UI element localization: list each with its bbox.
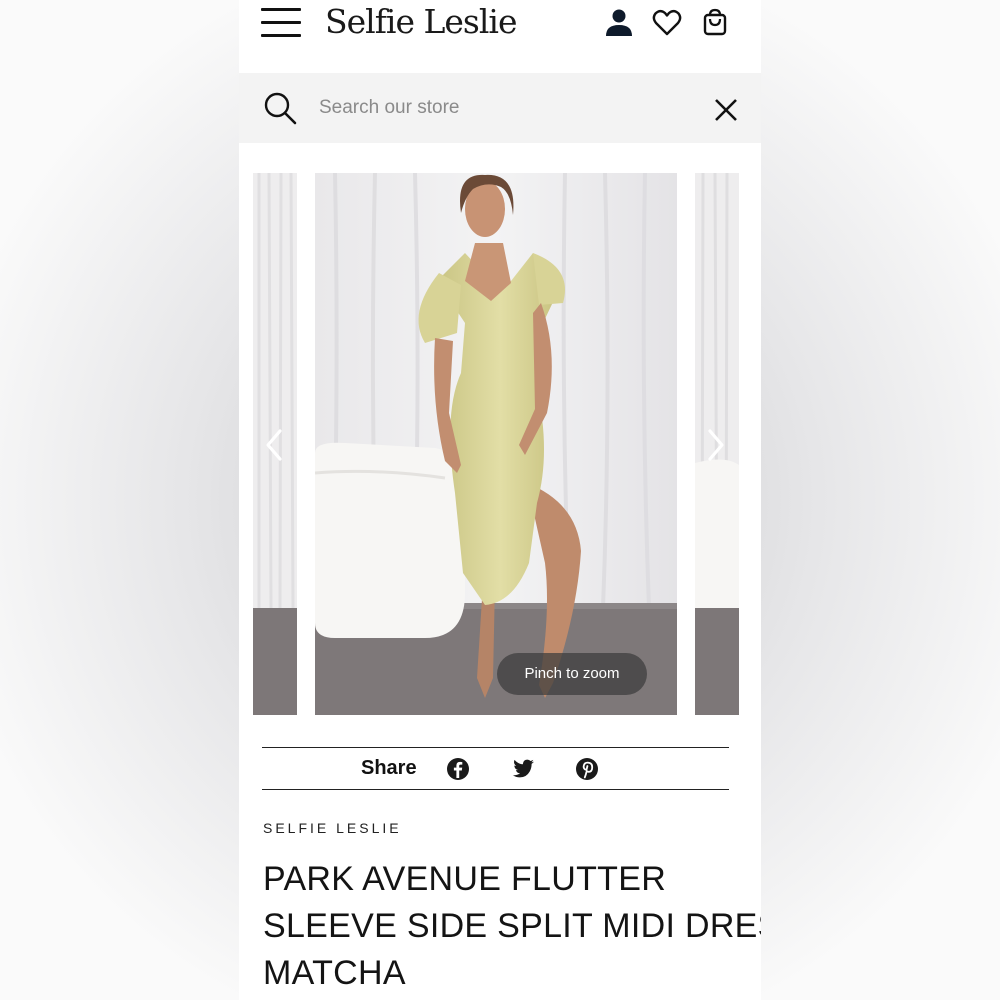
- cart-icon[interactable]: [699, 6, 731, 38]
- menu-icon[interactable]: [261, 8, 301, 38]
- search-input[interactable]: [319, 91, 699, 125]
- heart-icon[interactable]: [651, 6, 683, 38]
- share-label: Share: [361, 757, 417, 779]
- share-bar: Share: [262, 747, 729, 790]
- search-icon[interactable]: [263, 91, 297, 125]
- product-image[interactable]: Pinch to zoom: [315, 173, 677, 715]
- mobile-page: Selfie Leslie Search our store Pinch to …: [239, 0, 761, 1000]
- product-title-line: PARK AVENUE FLUTTER: [263, 860, 667, 898]
- chevron-left-icon[interactable]: [259, 425, 289, 465]
- top-bar: Selfie Leslie: [239, 0, 761, 72]
- chevron-right-icon[interactable]: [701, 425, 731, 465]
- brand-logo[interactable]: Selfie Leslie: [325, 2, 517, 41]
- product-title-line: SLEEVE SIDE SPLIT MIDI DRESS: [263, 907, 761, 945]
- product-title: PARK AVENUE FLUTTER SLEEVE SIDE SPLIT MI…: [263, 856, 761, 997]
- product-brand[interactable]: SELFIE LESLIE: [263, 820, 402, 836]
- twitter-icon[interactable]: [511, 757, 535, 781]
- facebook-icon[interactable]: [446, 757, 470, 781]
- product-title-line: MATCHA: [263, 954, 406, 992]
- close-icon[interactable]: [713, 97, 739, 123]
- pinterest-icon[interactable]: [575, 757, 599, 781]
- product-image-carousel[interactable]: Pinch to zoom: [239, 173, 761, 715]
- search-bar: [239, 73, 761, 143]
- account-icon[interactable]: [603, 6, 635, 38]
- pinch-to-zoom-hint: Pinch to zoom: [497, 653, 647, 695]
